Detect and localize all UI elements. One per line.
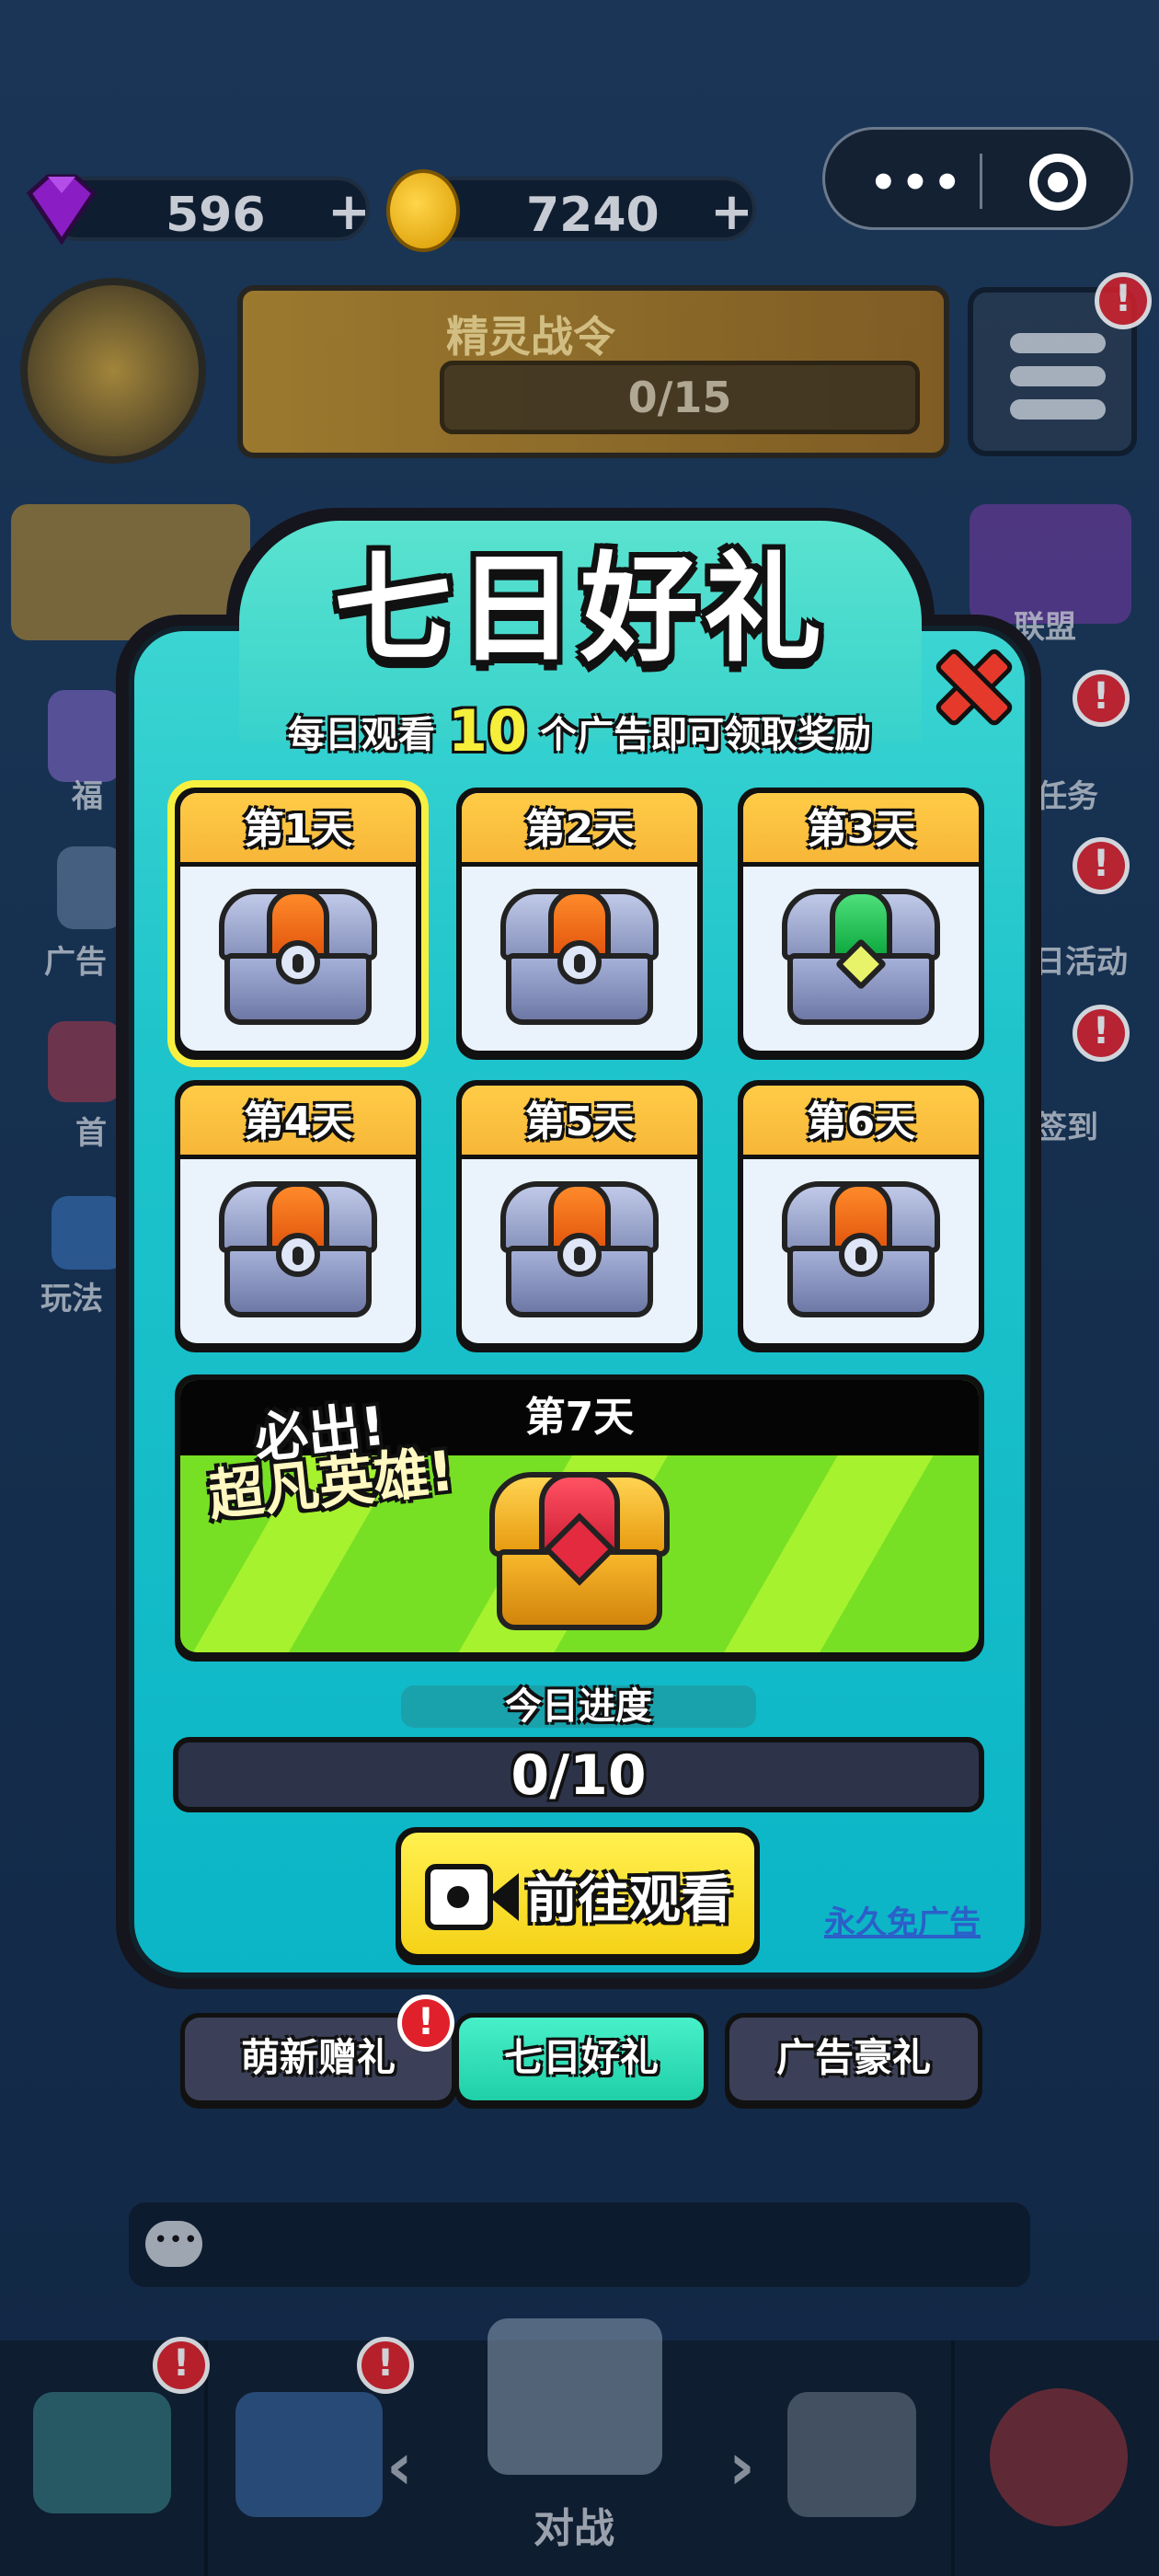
- silver-chest-icon: [782, 1181, 940, 1321]
- day-card-label: 第1天: [243, 806, 353, 853]
- day-card-label: 第3天: [806, 806, 916, 853]
- coin-plus-icon: +: [710, 182, 753, 242]
- tab-ad-gift[interactable]: 广告豪礼: [725, 2013, 982, 2109]
- side-gameplay-icon[interactable]: [52, 1196, 125, 1270]
- side-label-ad: 广告: [44, 944, 107, 981]
- side-welfare-icon[interactable]: [48, 690, 121, 782]
- gem-count: 596: [166, 188, 266, 243]
- gem-icon: [26, 174, 98, 245]
- chat-bubble-icon[interactable]: [145, 2221, 202, 2267]
- side-label-task: 任务: [1036, 778, 1098, 815]
- tab-seven-day-gift[interactable]: 七日好礼: [454, 2013, 708, 2109]
- watch-ad-label: 前往观看: [526, 1870, 732, 1930]
- nav-hero-icon[interactable]: [787, 2392, 916, 2517]
- nav-divider: [951, 2340, 955, 2576]
- checkin-badge: !: [1073, 1005, 1130, 1062]
- day-card-4[interactable]: 第4天: [175, 1080, 421, 1352]
- miniprogram-capsule[interactable]: •••: [822, 127, 1133, 230]
- day-card-2[interactable]: 第2天: [456, 788, 703, 1060]
- nav-shop-icon[interactable]: [235, 2392, 383, 2517]
- progress-label: 今日进度: [505, 1685, 652, 1728]
- menu-badge: !: [1095, 272, 1152, 329]
- modal-subtitle: 每日观看 10 个广告即可领取奖励: [129, 699, 1030, 767]
- day-card-1[interactable]: 第1天: [175, 788, 421, 1060]
- silver-chest-icon: [500, 889, 659, 1029]
- day-card-label: 第5天: [524, 1098, 635, 1145]
- day-card-label: 第6天: [806, 1098, 916, 1145]
- nav-cards-badge: !: [153, 2337, 210, 2394]
- nav-right-arrow-icon[interactable]: ›: [729, 2429, 755, 2504]
- nav-target-icon[interactable]: [990, 2388, 1128, 2526]
- task-badge: !: [1073, 670, 1130, 727]
- silver-chest-icon: [219, 889, 377, 1029]
- coin-counter[interactable]: 7240 +: [416, 177, 756, 243]
- side-label-activity: 日活动: [1034, 944, 1128, 981]
- subtitle-prefix: 每日观看: [287, 714, 435, 756]
- day-card-5[interactable]: 第5天: [456, 1080, 703, 1352]
- day-card-3[interactable]: 第3天: [738, 788, 984, 1060]
- silver-chest-icon: [500, 1181, 659, 1321]
- coin-count: 7240: [526, 188, 660, 243]
- side-ad-icon[interactable]: [57, 846, 123, 929]
- side-first-icon[interactable]: [48, 1021, 121, 1102]
- subtitle-suffix: 个广告即可领取奖励: [540, 714, 872, 756]
- side-label-gameplay: 玩法: [40, 1281, 103, 1317]
- activity-badge: !: [1073, 837, 1130, 894]
- coin-icon: [386, 169, 460, 252]
- more-icon[interactable]: •••: [869, 157, 965, 209]
- nav-battle-label: 对战: [534, 2505, 614, 2552]
- modal-title: 七日好礼: [333, 541, 827, 678]
- day-card-label: 第2天: [524, 806, 635, 853]
- nav-cards-icon[interactable]: [33, 2392, 171, 2513]
- side-label-welfare: 福: [72, 778, 103, 815]
- battle-pass-title: 精灵战令: [446, 312, 615, 362]
- day-card-label: 第4天: [243, 1098, 353, 1145]
- side-label-checkin: 签到: [1036, 1110, 1098, 1146]
- chat-bar[interactable]: [129, 2202, 1030, 2287]
- silver-chest-icon: [219, 1181, 377, 1321]
- subtitle-count: 10: [447, 697, 528, 765]
- close-miniprogram-icon[interactable]: [1029, 154, 1086, 211]
- tab-label: 七日好礼: [503, 2035, 659, 2080]
- player-avatar[interactable]: [20, 278, 206, 464]
- watch-ad-button[interactable]: 前往观看: [396, 1827, 760, 1965]
- daily-progress-bar: 0/10: [173, 1737, 984, 1812]
- gold-chest-icon: [489, 1472, 670, 1634]
- battle-pass-progress-text: 0/15: [627, 373, 732, 422]
- progress-text: 0/10: [511, 1743, 647, 1808]
- side-label-first: 首: [75, 1115, 107, 1152]
- nav-battle-icon[interactable]: [488, 2318, 662, 2475]
- capsule-divider: [980, 154, 982, 209]
- video-camera-icon: [425, 1864, 521, 1930]
- day-card-6[interactable]: 第6天: [738, 1080, 984, 1352]
- green-chest-icon: [782, 889, 940, 1029]
- tab-label: 广告豪礼: [775, 2035, 931, 2080]
- gem-plus-icon: +: [327, 182, 371, 242]
- nav-left-arrow-icon[interactable]: ‹: [386, 2429, 413, 2504]
- permanent-no-ads-link[interactable]: 永久免广告: [824, 1897, 981, 1942]
- nav-shop-badge: !: [357, 2337, 414, 2394]
- battle-pass-progress: 0/15: [440, 361, 920, 434]
- tab-newbie-badge: !: [397, 1995, 454, 2052]
